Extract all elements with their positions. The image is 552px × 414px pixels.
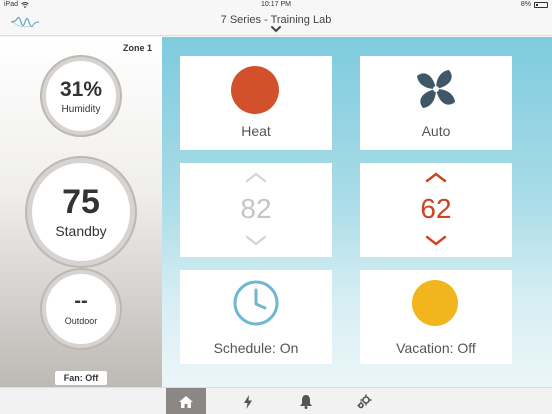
status-bar: iPad 10:17 PM 8%	[0, 0, 552, 10]
humidity-gauge: 31% Humidity	[42, 57, 120, 135]
chevron-up-icon[interactable]	[424, 171, 448, 183]
zone-status-panel: Zone 1 31% Humidity 75 Standby -- Outdoo…	[0, 37, 162, 387]
humidity-label: Humidity	[61, 103, 101, 115]
fan-mode-label: Auto	[421, 123, 451, 139]
gear-icon	[357, 393, 372, 408]
vacation-tile[interactable]: Vacation: Off	[360, 270, 512, 364]
tab-bar	[0, 387, 552, 414]
schedule-label: Schedule: On	[213, 340, 299, 356]
heat-mode-icon	[231, 66, 279, 114]
outdoor-value: --	[74, 290, 88, 312]
tab-settings[interactable]	[344, 388, 384, 414]
outdoor-label: Outdoor	[64, 316, 98, 326]
chevron-down-icon[interactable]	[270, 25, 282, 33]
heat-setpoint-value: 62	[420, 193, 452, 224]
tab-energy[interactable]	[228, 388, 268, 414]
bolt-icon	[244, 394, 252, 409]
status-right: 8%	[521, 1, 548, 8]
chevron-down-icon[interactable]	[244, 235, 268, 247]
status-time: 10:17 PM	[261, 1, 291, 8]
battery-icon	[534, 1, 548, 8]
schedule-tile[interactable]: Schedule: On	[180, 270, 332, 364]
mode-label: Heat	[241, 123, 271, 139]
heat-setpoint-tile: 62	[360, 163, 512, 257]
outdoor-gauge: -- Outdoor	[42, 270, 120, 348]
indoor-temperature-gauge: 75 Standby	[27, 158, 135, 266]
vacation-label: Vacation: Off	[396, 340, 476, 356]
nav-bar: 7 Series - Training Lab	[0, 10, 552, 36]
fan-status-badge: Fan: Off	[55, 371, 107, 385]
mode-tile[interactable]: Heat	[180, 56, 332, 150]
tab-home[interactable]	[166, 388, 206, 414]
system-state-label: Standby	[55, 223, 107, 239]
cool-setpoint-value: 82	[240, 193, 272, 224]
home-icon	[179, 395, 193, 408]
tab-alerts[interactable]	[286, 388, 326, 414]
bell-icon	[300, 395, 312, 409]
control-grid: Heat Auto 82 62 Schedule: On Vacation: O…	[162, 37, 552, 387]
clock-icon	[233, 280, 279, 326]
humidity-value: 31%	[59, 77, 103, 101]
chevron-up-icon[interactable]	[244, 171, 268, 183]
vacation-sun-icon	[412, 280, 458, 326]
chevron-down-icon[interactable]	[424, 235, 448, 247]
zone-label: Zone 1	[122, 43, 152, 53]
battery-percent: 8%	[520, 1, 531, 8]
cool-setpoint-tile: 82	[180, 163, 332, 257]
indoor-temperature-value: 75	[62, 183, 100, 221]
fan-icon	[417, 70, 455, 108]
fan-tile[interactable]: Auto	[360, 56, 512, 150]
